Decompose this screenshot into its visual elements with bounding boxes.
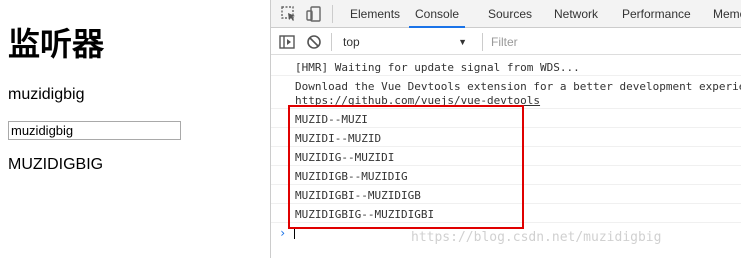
message-text: muzidigbig [8,86,85,103]
toolbar-divider [482,33,483,51]
console-toolbar: top ▼ [271,29,741,55]
console-message: MUZIDIGBIG--MUZIDIGBI [271,207,741,223]
clear-console-icon[interactable] [305,33,323,51]
context-value: top [343,35,360,49]
app-page: 监听器 muzidigbig MUZIDIGBIG [0,0,270,258]
dropdown-caret-icon: ▼ [458,37,467,47]
sidebar-toggle-icon[interactable] [278,33,296,51]
tab-console[interactable]: Console [409,0,466,28]
console-message: [HMR] Waiting for update signal from WDS… [271,60,741,76]
console-message: MUZIDIGBI--MUZIDIGB [271,188,741,204]
inspect-element-icon[interactable] [280,5,298,23]
vue-devtools-link[interactable]: https://github.com/vuejs/vue-devtools [295,94,540,107]
tab-network[interactable]: Network [554,0,598,28]
devtools-tabbar: Elements Console Sources Network Perform… [271,0,741,28]
context-select[interactable]: top ▼ [335,32,475,52]
page-title: 监听器 [8,25,105,63]
console-message: Download the Vue Devtools extension for … [295,80,741,93]
console-message-link-row: https://github.com/vuejs/vue-devtools [271,93,741,109]
toolbar-divider [331,33,332,51]
console-message: MUZIDI--MUZID [271,131,741,147]
message-input[interactable] [8,121,181,140]
console-prompt-icon: › [279,226,287,240]
toolbar-divider [332,5,333,23]
tab-memory[interactable]: Memo [713,0,741,28]
console-message: MUZID--MUZI [271,112,741,128]
watermark-text: https://blog.csdn.net/muzidigbig [411,230,662,245]
device-toolbar-icon[interactable] [305,5,323,23]
console-message: MUZIDIGB--MUZIDIG [271,169,741,185]
tab-performance[interactable]: Performance [622,0,691,28]
console-output: [HMR] Waiting for update signal from WDS… [271,56,741,258]
text-cursor [294,227,295,239]
console-message: MUZIDIG--MUZIDI [271,150,741,166]
tab-elements[interactable]: Elements [350,0,400,28]
tab-sources[interactable]: Sources [488,0,532,28]
uppercase-text: MUZIDIGBIG [8,156,104,173]
devtools-panel: Elements Console Sources Network Perform… [270,0,741,258]
console-filter-input[interactable] [487,32,741,52]
